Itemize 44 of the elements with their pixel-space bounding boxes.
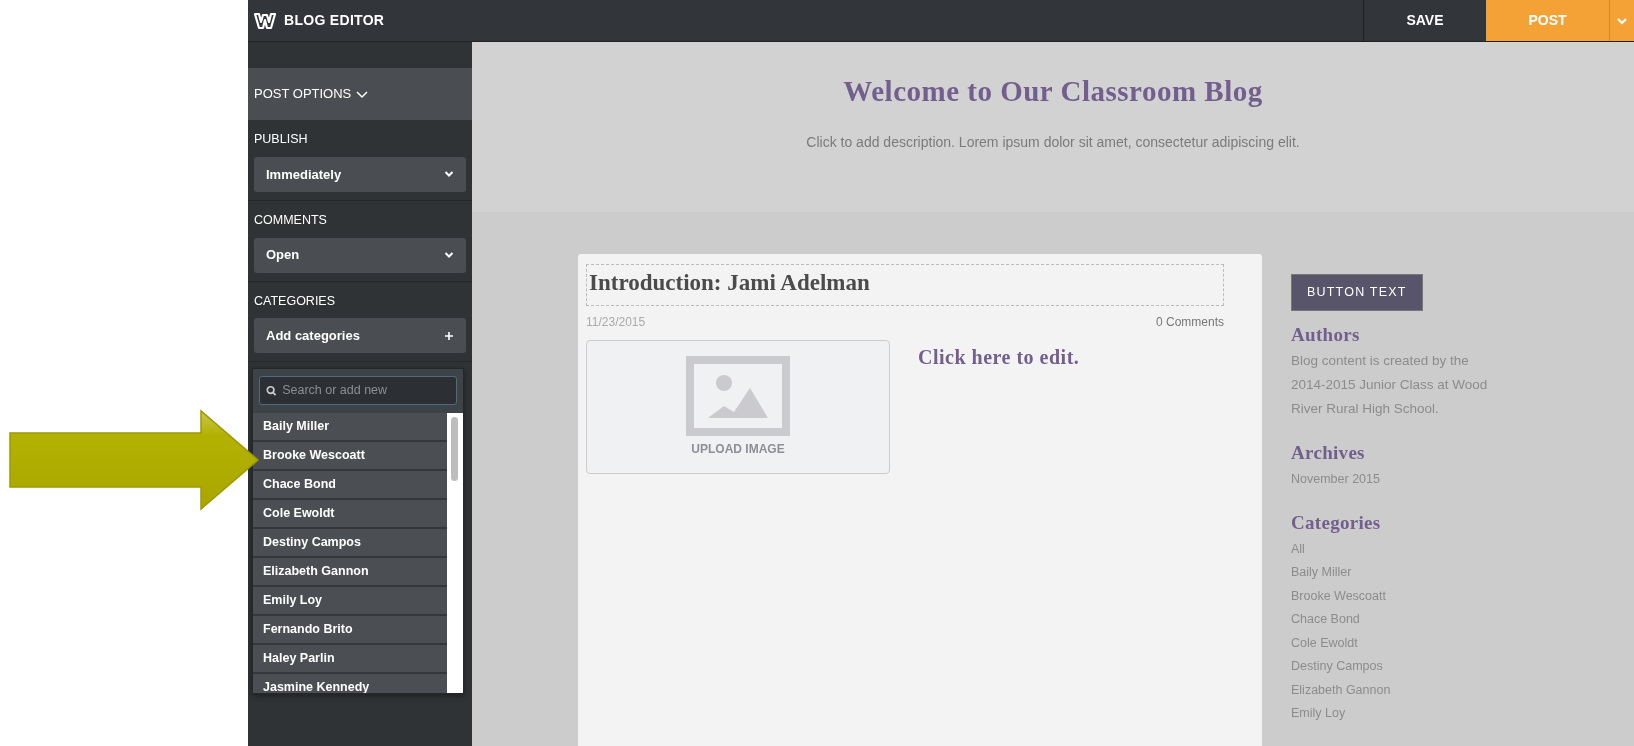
- field-label: PUBLISH: [254, 131, 309, 148]
- sidebar-heading: Authors: [1291, 322, 1361, 347]
- category-option[interactable]: Jasmine Kennedy: [253, 674, 447, 693]
- category-option[interactable]: Elizabeth Gannon: [253, 558, 447, 587]
- post-body-text[interactable]: Click here to edit.: [918, 341, 1080, 474]
- upload-label: UPLOAD IMAGE: [691, 440, 785, 458]
- category-option[interactable]: Destiny Campos: [253, 529, 447, 558]
- search-input[interactable]: Search or add new: [280, 380, 450, 401]
- add-categories-button[interactable]: Add categories: [254, 318, 466, 354]
- category-option[interactable]: Cole Ewoldt: [253, 500, 447, 529]
- select-field[interactable]: Immediately: [254, 156, 466, 192]
- field-label: COMMENTS: [254, 211, 328, 229]
- sidebar-heading: Archives: [1291, 441, 1366, 466]
- chevron-down-icon: [356, 89, 369, 99]
- category-option[interactable]: Fernando Brito: [253, 616, 447, 645]
- dropdown-button[interactable]: [1609, 0, 1634, 41]
- chevron-down-icon: [444, 170, 454, 179]
- logo-icon: [254, 10, 276, 31]
- scrollbar-track[interactable]: [447, 413, 463, 693]
- chevron-down-icon: [444, 251, 454, 259]
- post-title[interactable]: Introduction: Jami Adelman: [586, 264, 1224, 306]
- sidebar-button[interactable]: BUTTON TEXT: [1291, 274, 1423, 311]
- blog-description: Click to add description. Lorem ipsum dolor sit amet, consectetur adipiscing elit.: [806, 132, 1300, 152]
- section-title: POST OPTIONS: [254, 85, 352, 104]
- category-option[interactable]: Haley Parlin: [253, 645, 447, 674]
- search-box[interactable]: Search or add new: [259, 376, 457, 405]
- post-date: 11/23/2015: [586, 313, 646, 331]
- sidebar-heading: Categories: [1291, 511, 1382, 536]
- category-option[interactable]: Emily Loy: [253, 587, 447, 616]
- scrollbar-thumb[interactable]: [451, 417, 458, 481]
- category-option[interactable]: Brooke Wescoatt: [253, 442, 447, 471]
- comments-link[interactable]: 0 Comments: [1155, 312, 1224, 331]
- category-option[interactable]: Chace Bond: [253, 471, 447, 500]
- field-label: CATEGORIES: [254, 292, 337, 310]
- plus-icon: [444, 330, 454, 341]
- category-option[interactable]: Baily Miller: [253, 413, 447, 442]
- search-icon: [266, 385, 277, 396]
- select-field[interactable]: Open: [254, 237, 466, 273]
- chevron-down-icon: [1616, 16, 1628, 27]
- app-title: BLOG EDITOR: [284, 11, 385, 30]
- authors-text: Blog content is created by the 2014-2015 Junior Class at Wood River Rural High School.: [1291, 352, 1489, 419]
- post-options-header[interactable]: POST OPTIONS: [248, 68, 472, 120]
- image-icon: [686, 355, 790, 436]
- blog-title: Welcome to Our Classroom Blog: [843, 74, 1263, 109]
